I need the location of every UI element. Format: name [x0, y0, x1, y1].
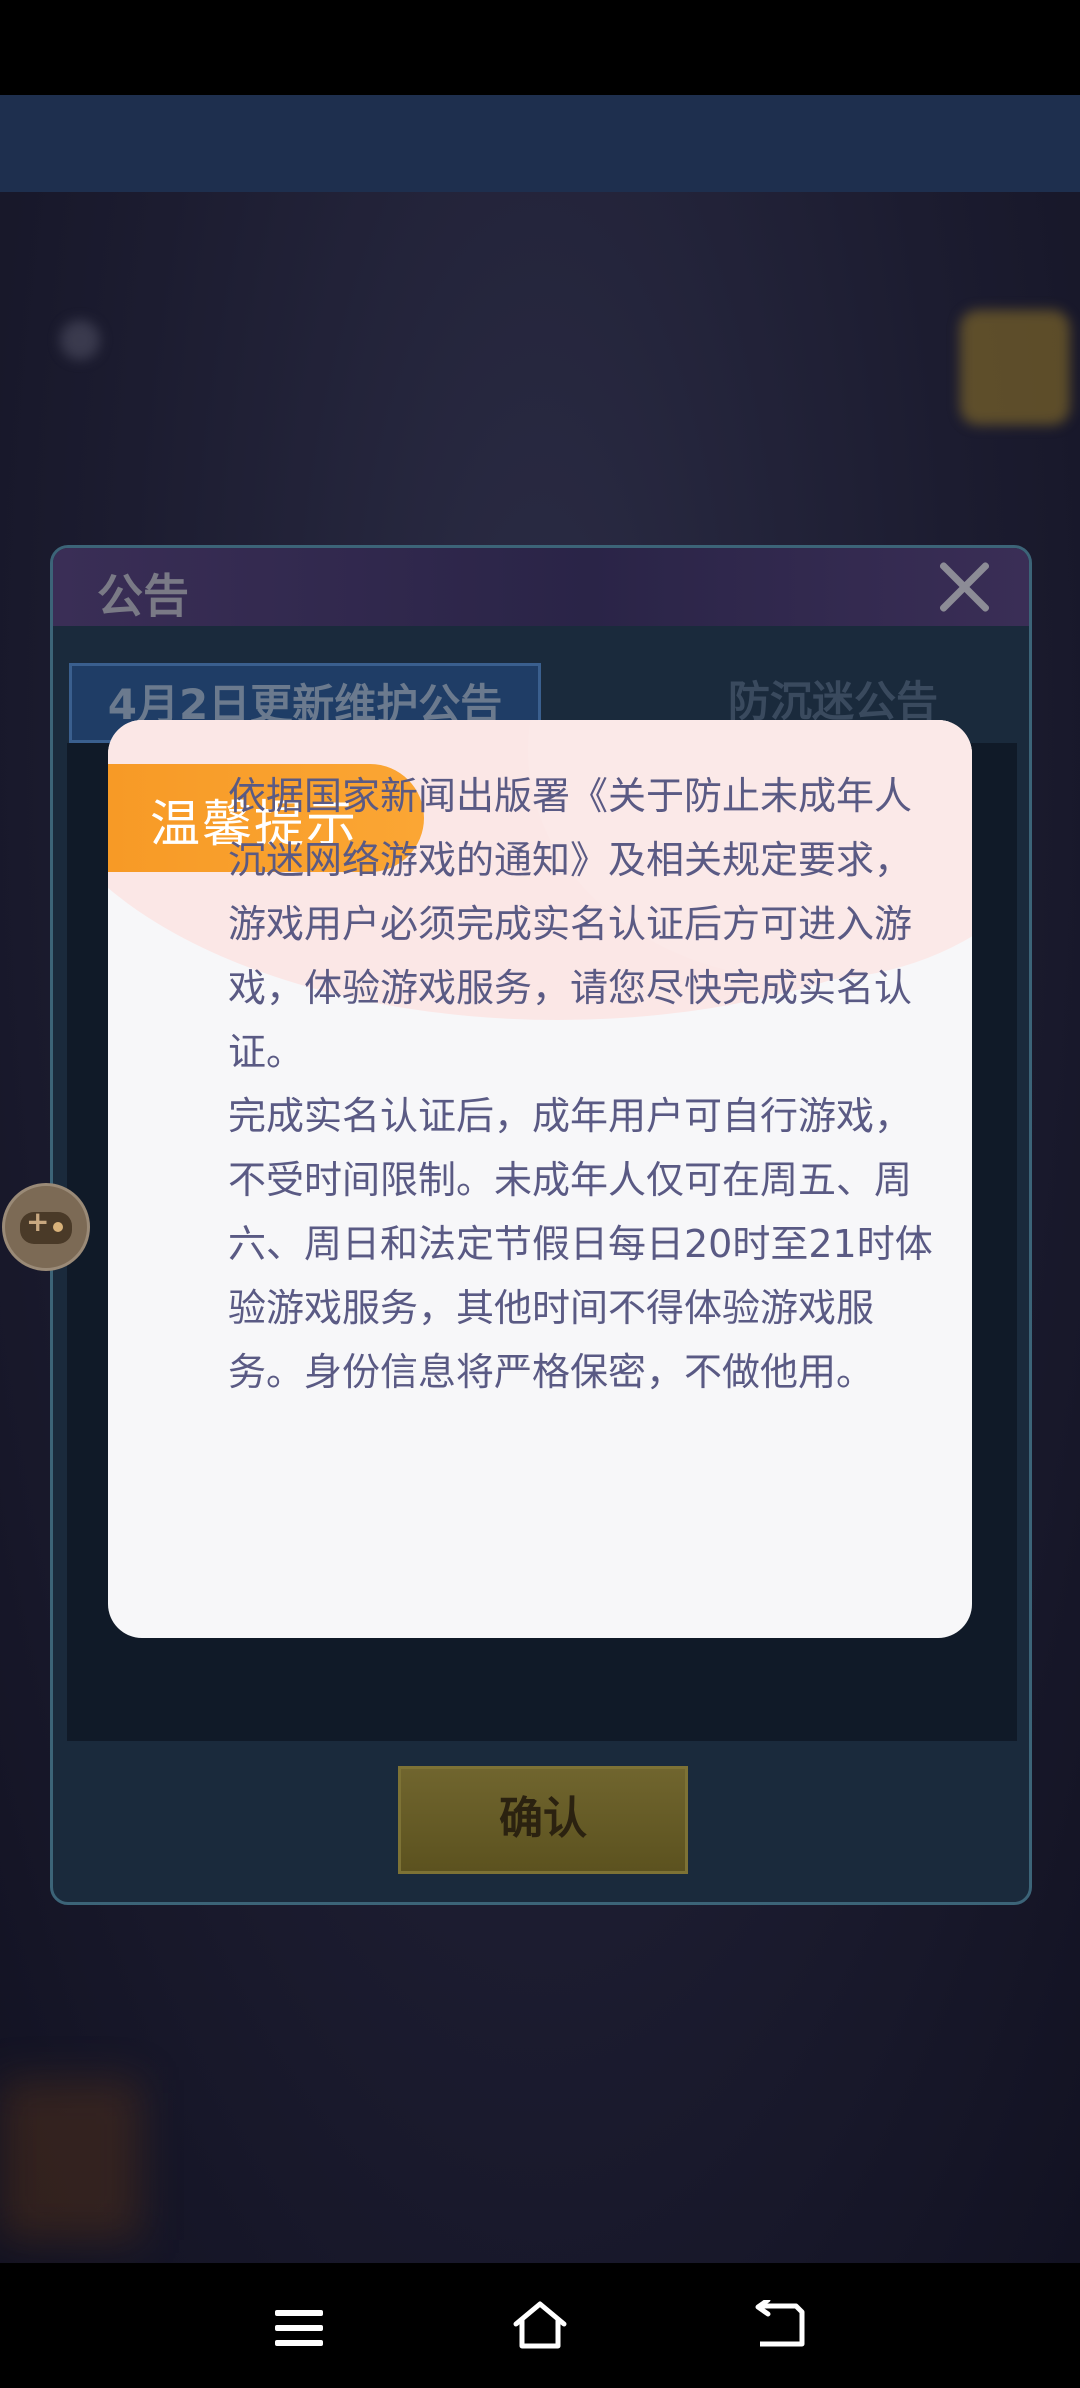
home-icon[interactable]	[512, 2300, 568, 2350]
panel-title: 公告	[97, 569, 189, 623]
game-top-bar	[0, 95, 1080, 192]
panel-header: 公告	[53, 548, 1029, 626]
back-icon[interactable]	[752, 2300, 806, 2350]
warm-tip-dialog: 温馨提示 依据国家新闻出版署《关于防止未成年人沉迷网络游戏的通知》及相关规定要求…	[108, 720, 972, 1638]
status-bar	[0, 0, 1080, 95]
menu-icon[interactable]	[275, 2310, 323, 2346]
floating-game-button[interactable]	[2, 1183, 90, 1271]
background-decoration	[60, 320, 100, 360]
gamepad-icon	[20, 1205, 72, 1244]
dialog-message: 依据国家新闻出版署《关于防止未成年人沉迷网络游戏的通知》及相关规定要求，游戏用户…	[228, 774, 933, 1394]
background-decoration	[0, 2080, 140, 2240]
confirm-button[interactable]: 确认	[398, 1766, 688, 1874]
background-decoration	[960, 310, 1070, 425]
close-icon[interactable]	[933, 556, 995, 618]
